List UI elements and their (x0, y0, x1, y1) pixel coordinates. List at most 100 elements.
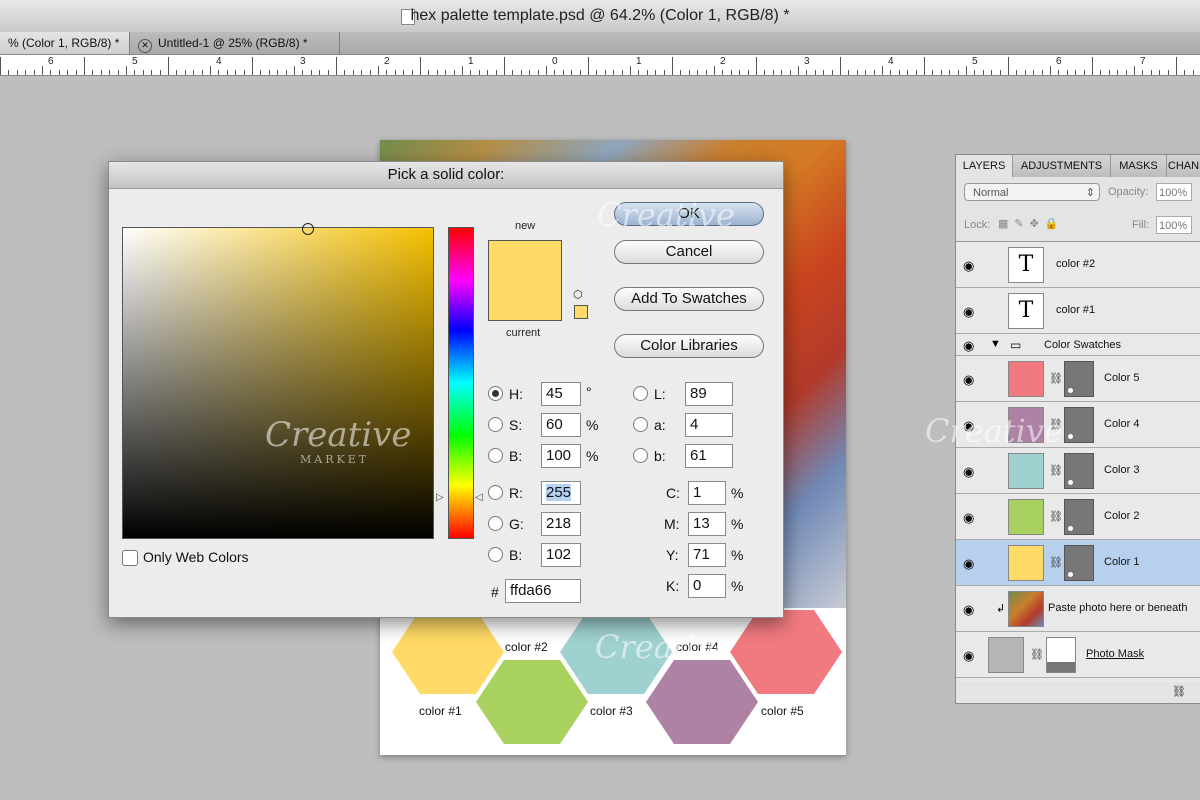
ruler-tick (1025, 70, 1026, 75)
visibility-eye-icon[interactable]: ◉ (963, 258, 974, 274)
layer-row-photo[interactable]: ◉ ↲ Paste photo here or beneath (956, 586, 1200, 632)
visibility-eye-icon[interactable]: ◉ (963, 510, 974, 526)
ruler-tick (655, 70, 656, 75)
lab-l-radio[interactable] (633, 386, 648, 401)
visibility-eye-icon[interactable]: ◉ (963, 304, 974, 320)
add-to-swatches-button[interactable]: Add To Swatches (614, 287, 764, 311)
layer-thumbnail (1008, 591, 1044, 627)
black-input[interactable]: 0 (688, 574, 726, 598)
hex-input[interactable]: ffda66 (505, 579, 581, 603)
fill-input[interactable]: 100% (1156, 216, 1192, 234)
link-icon[interactable]: ⛓ (1049, 464, 1063, 477)
horizontal-ruler: 6543210123456789101112 (0, 55, 1200, 76)
ruler-tick (76, 70, 77, 75)
cyan-input[interactable]: 1 (688, 481, 726, 505)
lab-l-label: L: (654, 386, 666, 402)
color-libraries-button[interactable]: Color Libraries (614, 334, 764, 358)
link-icon[interactable]: ⛓ (1049, 372, 1063, 385)
green-label: G: (509, 516, 524, 532)
saturation-label: S: (509, 417, 523, 433)
link-icon[interactable]: ⛓ (1030, 648, 1044, 661)
layer-thumbnail (1008, 453, 1044, 489)
brightness-input[interactable]: 100 (541, 444, 581, 468)
opacity-input[interactable]: 100% (1156, 183, 1192, 201)
ruler-tick (588, 57, 589, 75)
hue-slider-right-arrow-icon[interactable]: ◁ (475, 492, 483, 503)
visibility-eye-icon[interactable]: ◉ (963, 338, 974, 354)
lab-a-input[interactable]: 4 (685, 413, 733, 437)
blend-mode-value: Normal (973, 187, 1009, 199)
cancel-button[interactable]: Cancel (614, 240, 764, 264)
visibility-eye-icon[interactable]: ◉ (963, 648, 974, 664)
layer-row-color-5[interactable]: ◉ ⛓ Color 5 (956, 356, 1200, 402)
visibility-eye-icon[interactable]: ◉ (963, 372, 974, 388)
red-radio[interactable] (488, 485, 503, 500)
current-color-swatch[interactable] (488, 280, 562, 321)
green-input[interactable]: 218 (541, 512, 581, 536)
lab-b-input[interactable]: 61 (685, 444, 733, 468)
link-icon[interactable]: ⛓ (1049, 510, 1063, 523)
layer-row-text-1[interactable]: ◉ T color #1 (956, 288, 1200, 334)
ruler-tick (1159, 70, 1160, 75)
tab-adjustments[interactable]: ADJUSTMENTS (1013, 155, 1111, 177)
green-radio[interactable] (488, 516, 503, 531)
layer-row-color-1[interactable]: ◉ ⛓ Color 1 (956, 540, 1200, 586)
tab-layers[interactable]: LAYERS (956, 155, 1013, 177)
opacity-label: Opacity: (1108, 186, 1149, 198)
hue-radio[interactable] (488, 386, 503, 401)
close-tab-icon[interactable]: ✕ (138, 39, 152, 53)
lab-l-input[interactable]: 89 (685, 382, 733, 406)
yellow-input[interactable]: 71 (688, 543, 726, 567)
hue-slider[interactable] (448, 227, 474, 539)
lock-icons[interactable]: ▦✎✥🔒 (998, 217, 1065, 230)
blue-radio[interactable] (488, 547, 503, 562)
red-input[interactable]: 255 (541, 481, 581, 505)
ruler-tick (1008, 57, 1009, 75)
group-expand-icon[interactable]: ▼ (990, 338, 1001, 350)
link-icon[interactable]: ⛓ (1049, 556, 1063, 569)
lab-a-radio[interactable] (633, 417, 648, 432)
visibility-eye-icon[interactable]: ◉ (963, 602, 974, 618)
color-field[interactable] (122, 227, 434, 539)
layer-row-color-2[interactable]: ◉ ⛓ Color 2 (956, 494, 1200, 540)
color-field-cursor[interactable] (302, 223, 314, 235)
layer-row-text-2[interactable]: ◉ T color #2 (956, 242, 1200, 288)
visibility-eye-icon[interactable]: ◉ (963, 464, 974, 480)
ruler-tick (294, 66, 295, 75)
ruler-number: 0 (552, 56, 558, 67)
tab-masks[interactable]: MASKS (1111, 155, 1167, 177)
saturation-radio[interactable] (488, 417, 503, 432)
tab-channels[interactable]: CHAN (1167, 155, 1200, 177)
ruler-tick (185, 70, 186, 75)
tab-untitled[interactable]: ✕ Untitled-1 @ 25% (RGB/8) * (130, 32, 340, 54)
ruler-tick (806, 70, 807, 75)
magenta-unit: % (731, 516, 744, 532)
gamut-cube-icon[interactable]: ⬡ (573, 288, 583, 301)
tab-label: % (Color 1, RGB/8) * (8, 36, 120, 50)
visibility-eye-icon[interactable]: ◉ (963, 556, 974, 572)
ruler-tick (815, 70, 816, 75)
ruler-tick (638, 70, 639, 75)
ruler-number: 1 (468, 56, 474, 67)
layers-list: ◉ T color #2 ◉ T color #1 ◉ ▼ ▭ Color Sw… (956, 241, 1200, 682)
ruler-tick (697, 70, 698, 75)
ruler-tick (252, 57, 253, 75)
hue-input[interactable]: 45 (541, 382, 581, 406)
web-safe-swatch[interactable] (574, 305, 588, 319)
hue-slider-left-arrow-icon[interactable]: ▷ (436, 492, 444, 503)
ruler-number: 2 (720, 56, 726, 67)
lab-b-radio[interactable] (633, 448, 648, 463)
layer-row-photo-mask[interactable]: ◉ ⛓ Photo Mask (956, 632, 1200, 678)
link-layers-icon[interactable]: ⛓ (1172, 685, 1186, 698)
only-web-colors-checkbox[interactable] (122, 550, 138, 566)
layer-row-color-3[interactable]: ◉ ⛓ Color 3 (956, 448, 1200, 494)
layer-row-group[interactable]: ◉ ▼ ▭ Color Swatches (956, 334, 1200, 356)
blend-mode-select[interactable]: Normal ⇕ (964, 183, 1100, 201)
blue-input[interactable]: 102 (541, 543, 581, 567)
ruler-tick (1184, 70, 1185, 75)
ruler-tick (571, 70, 572, 75)
tab-hex-palette[interactable]: % (Color 1, RGB/8) * (0, 32, 130, 54)
saturation-input[interactable]: 60 (541, 413, 581, 437)
magenta-input[interactable]: 13 (688, 512, 726, 536)
brightness-radio[interactable] (488, 448, 503, 463)
